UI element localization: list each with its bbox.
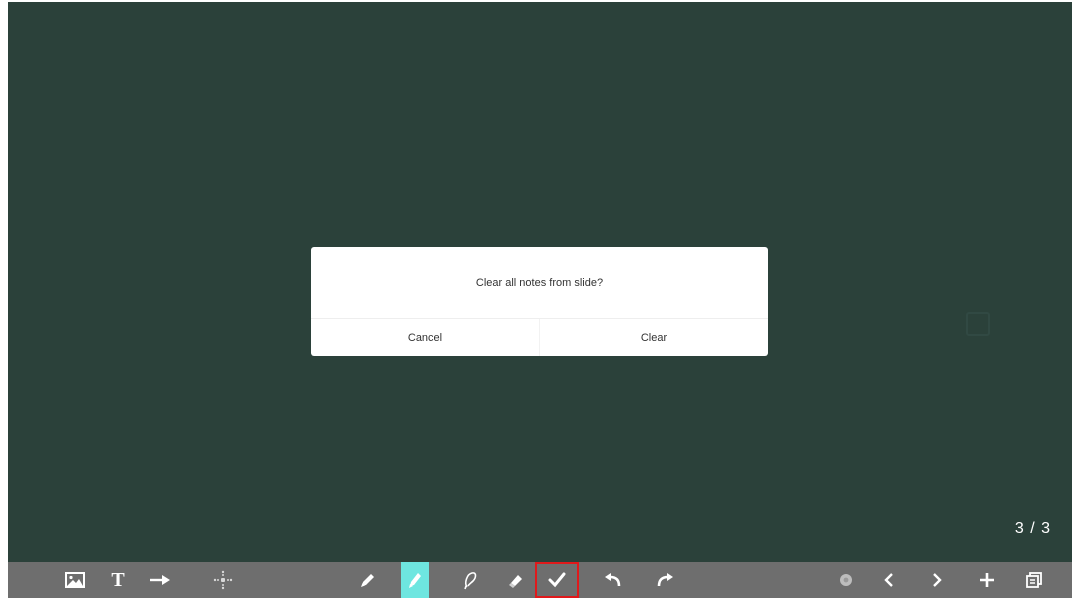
clear-all-tool-button[interactable] [535,562,579,598]
clear-all-icon [547,571,567,589]
move-tool-button[interactable] [208,562,238,598]
add-page-button[interactable] [972,562,1002,598]
settings-button[interactable] [831,562,861,598]
image-tool-button[interactable] [60,562,90,598]
lasso-tool-button[interactable] [455,562,485,598]
add-page-icon [979,572,995,588]
dialog-message: Clear all notes from slide? [475,277,604,289]
pen-tool-button[interactable] [353,562,383,598]
faint-object-icon [966,312,990,336]
pen-icon [359,571,377,589]
next-page-button[interactable] [922,562,952,598]
previous-page-icon [883,572,895,588]
bottom-toolbar: T [8,562,1072,598]
redo-icon [655,572,675,588]
undo-icon [603,572,623,588]
move-icon [212,569,234,591]
arrow-icon [149,574,171,586]
pages-icon [1026,572,1042,588]
arrow-tool-button[interactable] [145,562,175,598]
settings-icon [838,572,854,588]
pages-button[interactable] [1019,562,1049,598]
clear-notes-dialog: Clear all notes from slide? Cancel Clear [311,247,768,356]
clear-button[interactable]: Clear [540,319,768,356]
next-page-icon [931,572,943,588]
eraser-tool-button[interactable] [501,562,531,598]
undo-button[interactable] [598,562,628,598]
redo-button[interactable] [650,562,680,598]
image-icon [65,572,85,588]
cancel-button[interactable]: Cancel [311,319,539,356]
text-tool-button[interactable]: T [103,562,133,598]
lasso-icon [461,570,479,590]
text-icon: T [111,568,125,591]
highlighter-icon [406,570,424,590]
eraser-icon [507,571,525,589]
page-indicator: 3 / 3 [1014,520,1051,537]
highlighter-tool-button[interactable] [401,562,429,598]
previous-page-button[interactable] [874,562,904,598]
